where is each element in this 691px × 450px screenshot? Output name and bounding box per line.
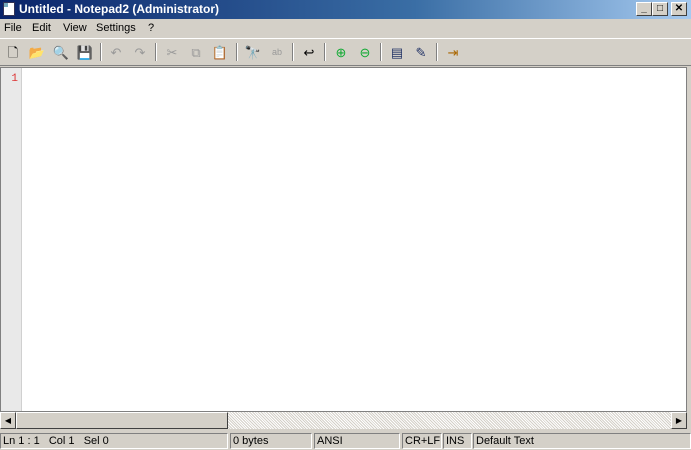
- customize-button[interactable]: ✎: [412, 43, 430, 61]
- menu-help[interactable]: ?: [148, 22, 154, 34]
- find-button[interactable]: 🔭: [244, 43, 262, 61]
- toolbar-separator: [292, 43, 294, 61]
- toolbar-separator: [436, 43, 438, 61]
- toolbar: 🗋 📂 🔍 💾 ↶ ↷ ✂ ⧉ 📋 🔭 ab ↩ ⊕ ⊖ ▤ ✎ ⇥: [0, 38, 691, 66]
- horizontal-scrollbar[interactable]: ◀ ▶: [0, 412, 687, 429]
- status-encoding[interactable]: ANSI: [314, 433, 400, 449]
- browse-button[interactable]: 🔍: [52, 43, 70, 61]
- toolbar-separator: [324, 43, 326, 61]
- wordwrap-button[interactable]: ↩: [300, 43, 318, 61]
- replace-button[interactable]: ab: [268, 43, 286, 61]
- copy-button[interactable]: ⧉: [187, 43, 205, 61]
- maximize-button[interactable]: □: [652, 2, 668, 16]
- exit-button[interactable]: ⇥: [444, 43, 462, 61]
- minimize-button[interactable]: _: [636, 2, 652, 16]
- close-button[interactable]: ✕: [671, 2, 687, 16]
- new-button[interactable]: 🗋: [4, 43, 22, 61]
- scheme-icon: ▤: [390, 44, 404, 60]
- paste-icon: 📋: [211, 44, 229, 60]
- status-mode[interactable]: INS: [443, 433, 472, 449]
- toolbar-separator: [100, 43, 102, 61]
- scroll-thumb[interactable]: [16, 412, 228, 429]
- zoom-in-button[interactable]: ⊕: [332, 43, 350, 61]
- status-size: 0 bytes: [230, 433, 312, 449]
- undo-button[interactable]: ↶: [107, 43, 125, 61]
- new-icon: 🗋: [7, 44, 19, 60]
- wordwrap-icon: ↩: [303, 44, 315, 60]
- toolbar-separator: [236, 43, 238, 61]
- open-icon: 📂: [28, 44, 46, 60]
- find-icon: 🔭: [244, 44, 262, 60]
- scheme-button[interactable]: ▤: [388, 43, 406, 61]
- save-icon: 💾: [76, 44, 94, 60]
- open-button[interactable]: 📂: [28, 43, 46, 61]
- customize-icon: ✎: [415, 44, 427, 60]
- status-bar: Ln 1 : 1 Col 1 Sel 0 0 bytes ANSI CR+LF …: [0, 431, 691, 450]
- menu-view[interactable]: View: [63, 22, 87, 34]
- copy-icon: ⧉: [191, 44, 201, 60]
- redo-button[interactable]: ↷: [131, 43, 149, 61]
- menu-edit[interactable]: Edit: [32, 22, 51, 34]
- zoom-in-icon: ⊕: [335, 44, 347, 60]
- replace-icon: ab: [271, 47, 282, 57]
- zoom-out-icon: ⊖: [359, 44, 371, 60]
- status-lexer[interactable]: Default Text: [473, 433, 691, 449]
- scroll-left-icon[interactable]: ◀: [0, 412, 16, 429]
- save-button[interactable]: 💾: [76, 43, 94, 61]
- cut-icon: ✂: [166, 44, 178, 60]
- browse-icon: 🔍: [52, 44, 70, 60]
- menu-settings[interactable]: Settings: [96, 22, 136, 34]
- line-number-gutter: 1: [1, 68, 22, 411]
- zoom-out-button[interactable]: ⊖: [356, 43, 374, 61]
- status-eol[interactable]: CR+LF: [402, 433, 442, 449]
- scroll-right-icon[interactable]: ▶: [671, 412, 687, 429]
- status-position: Ln 1 : 1 Col 1 Sel 0: [0, 433, 228, 449]
- notepad-app-icon[interactable]: [3, 2, 15, 16]
- cut-button[interactable]: ✂: [163, 43, 181, 61]
- text-editor[interactable]: 1: [0, 67, 687, 412]
- window-title: Untitled - Notepad2 (Administrator): [19, 2, 219, 16]
- line-number: 1: [11, 73, 18, 85]
- undo-icon: ↶: [110, 44, 122, 60]
- toolbar-separator: [155, 43, 157, 61]
- exit-icon: ⇥: [447, 44, 459, 60]
- paste-button[interactable]: 📋: [211, 43, 229, 61]
- title-bar[interactable]: Untitled - Notepad2 (Administrator) _ □ …: [0, 0, 691, 19]
- redo-icon: ↷: [134, 44, 146, 60]
- toolbar-separator: [380, 43, 382, 61]
- menu-bar: File Edit View Settings ?: [0, 19, 691, 38]
- menu-file[interactable]: File: [4, 22, 22, 34]
